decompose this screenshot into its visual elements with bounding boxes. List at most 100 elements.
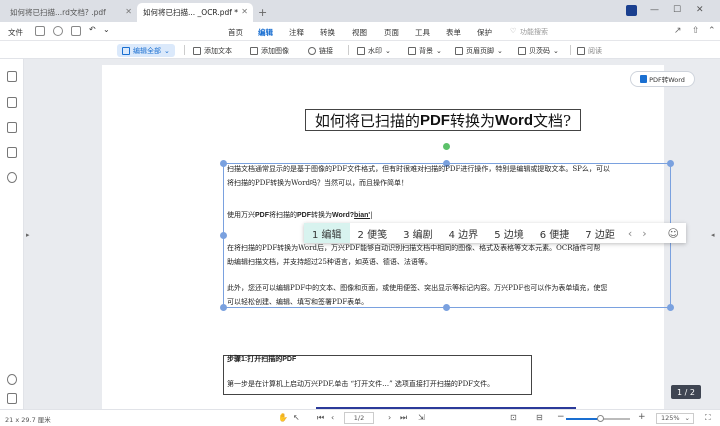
zoom-in-button[interactable]: + xyxy=(638,412,646,422)
settings-icon[interactable] xyxy=(7,393,17,404)
upload-icon[interactable]: ⇧ xyxy=(692,26,700,36)
ime-composition-text: bian' xyxy=(354,212,371,219)
add-text-button[interactable]: 添加文本 xyxy=(193,44,232,57)
share-icon[interactable] xyxy=(71,26,81,36)
link-label: 链接 xyxy=(319,46,333,55)
tab-document-2[interactable]: 如何将已扫描... _OCR.pdf * ✕ xyxy=(137,3,253,22)
bookmark-icon[interactable] xyxy=(7,97,17,108)
dropdown-icon[interactable]: ⌄ xyxy=(103,25,113,35)
close-tab-icon[interactable]: ✕ xyxy=(125,7,132,16)
paragraph-4[interactable]: 此外，您还可以编辑PDF中的文本、图像和页面，或使用便签、突出显示等标记内容。万… xyxy=(227,281,607,309)
resize-handle[interactable] xyxy=(667,304,674,311)
paragraph-2[interactable]: 使用万兴PDF将扫描的PDF转换为Word?bian'| xyxy=(227,208,372,223)
minimize-button[interactable]: — xyxy=(650,5,659,15)
ime-candidate[interactable]: 4 边界 xyxy=(441,223,487,243)
print-icon[interactable] xyxy=(53,26,63,36)
save-icon[interactable] xyxy=(35,26,45,36)
bates-label: 贝茨码 xyxy=(529,46,550,55)
step-body[interactable]: 第一步是在计算机上启动万兴PDF,单击 “打开文件…” 选项直接打开扫描的PDF… xyxy=(227,377,494,391)
page-number-input[interactable]: 1/2 xyxy=(344,412,374,424)
thumbnails-icon[interactable] xyxy=(7,71,17,82)
edit-all-button[interactable]: 编辑全部 ⌄ xyxy=(117,44,175,57)
tab-page[interactable]: 页面 xyxy=(384,27,399,38)
word-icon xyxy=(640,75,648,83)
chevron-down-icon: ⌄ xyxy=(553,46,559,55)
fullscreen-icon[interactable]: ⛶ xyxy=(705,413,711,423)
chevron-down-icon: ⌄ xyxy=(436,46,442,55)
file-menu[interactable]: 文件 xyxy=(8,27,23,38)
pdf-to-word-button[interactable]: PDF转Word xyxy=(630,71,695,87)
zoom-out-button[interactable]: − xyxy=(557,412,565,422)
ime-next-icon[interactable]: › xyxy=(637,227,651,240)
paragraph-3[interactable]: 在将扫描的PDF转换为Word后，万兴PDF能够自动识别扫描文档中相同的图像、格… xyxy=(227,241,600,269)
header-footer-button[interactable]: 页眉页脚 ⌄ xyxy=(455,44,503,57)
ime-candidate[interactable]: 2 便笺 xyxy=(350,223,396,243)
resize-handle[interactable] xyxy=(220,304,227,311)
feature-search[interactable]: 功能搜索 xyxy=(520,27,548,37)
tab-comment[interactable]: 注释 xyxy=(289,27,304,38)
ime-candidate[interactable]: 6 便捷 xyxy=(532,223,578,243)
collapse-right-arrow[interactable]: ◂ xyxy=(711,231,715,239)
chevron-down-icon: ⌄ xyxy=(497,46,503,55)
tab-protect[interactable]: 保护 xyxy=(477,27,492,38)
help-icon[interactable] xyxy=(7,374,17,385)
prev-page-icon[interactable]: ‹ xyxy=(331,413,334,422)
view-mode-icon[interactable]: ⊡ xyxy=(510,413,517,422)
text-line: 可以轻松创建、编辑、填写和签署PDF表单。 xyxy=(227,298,369,306)
last-page-icon[interactable]: ⏭ xyxy=(400,413,407,423)
tab-convert[interactable]: 转换 xyxy=(320,27,335,38)
read-mode-toggle[interactable]: 阅读 xyxy=(577,44,602,57)
tab-tools[interactable]: 工具 xyxy=(415,27,430,38)
zoom-slider-knob[interactable] xyxy=(597,415,605,422)
bates-button[interactable]: 贝茨码 ⌄ xyxy=(518,44,559,57)
text-run: 转换为 xyxy=(311,211,332,219)
chevron-down-icon: ⌄ xyxy=(684,414,690,422)
collapse-icon[interactable]: ⌃ xyxy=(708,26,716,36)
hand-tool-icon[interactable]: ✋ xyxy=(278,413,288,422)
text-line: 在将扫描的PDF转换为Word后，万兴PDF能够自动识别扫描文档中相同的图像、格… xyxy=(227,244,601,252)
link-button[interactable]: 链接 xyxy=(308,44,333,57)
attachment-icon[interactable] xyxy=(7,147,17,158)
fit-page-icon[interactable]: ⇲ xyxy=(418,413,425,422)
ime-candidate[interactable]: 3 编剧 xyxy=(395,223,441,243)
ime-candidate[interactable]: 7 边距 xyxy=(577,223,623,243)
ime-candidate[interactable]: 5 边境 xyxy=(486,223,532,243)
zoom-slider[interactable] xyxy=(566,415,630,422)
maximize-button[interactable]: ☐ xyxy=(673,5,681,15)
text-line: 将扫描的PDF转换为Word吗？当然可以，而且操作简单！ xyxy=(227,179,408,187)
ime-candidate[interactable]: 1 编辑 xyxy=(304,223,350,243)
tab-form[interactable]: 表单 xyxy=(446,27,461,38)
header-footer-label: 页眉页脚 xyxy=(466,46,494,55)
tab-document-1[interactable]: 如何将已扫描...rd文档? .pdf ✕ xyxy=(4,3,137,22)
add-image-button[interactable]: 添加图像 xyxy=(250,44,289,57)
undo-icon[interactable]: ↶ xyxy=(89,25,99,35)
emoji-icon[interactable]: ☺ xyxy=(668,227,679,240)
tab-edit[interactable]: 编辑 xyxy=(258,27,273,43)
layout-icon[interactable]: ⊟ xyxy=(536,413,543,422)
resize-handle[interactable] xyxy=(220,232,227,239)
tab-home[interactable]: 首页 xyxy=(228,27,243,38)
next-page-icon[interactable]: › xyxy=(388,413,391,422)
ime-prev-icon[interactable]: ‹ xyxy=(623,227,637,240)
text-run: 使用万兴 xyxy=(227,211,255,219)
close-window-button[interactable]: ✕ xyxy=(696,5,704,15)
comment-icon[interactable] xyxy=(7,122,17,133)
search-icon[interactable] xyxy=(7,172,17,183)
resize-handle[interactable] xyxy=(220,160,227,167)
tab-view[interactable]: 视图 xyxy=(352,27,367,38)
paragraph-1[interactable]: 扫描文档通常显示的是基于图像的PDF文件格式，但有时很难对扫描的PDF进行操作，… xyxy=(227,162,610,190)
background-button[interactable]: 背景 ⌄ xyxy=(408,44,442,57)
send-icon[interactable]: ↗ xyxy=(674,26,682,36)
zoom-select[interactable]: 125% ⌄ xyxy=(656,413,694,424)
collapse-left-arrow[interactable]: ▸ xyxy=(26,231,30,239)
new-tab-button[interactable]: + xyxy=(258,6,267,19)
step-title[interactable]: 步骤1:打开扫描的PDF xyxy=(227,353,296,367)
resize-handle[interactable] xyxy=(667,160,674,167)
close-tab-icon[interactable]: ✕ xyxy=(241,7,248,16)
watermark-button[interactable]: 水印 ⌄ xyxy=(357,44,391,57)
rotate-handle[interactable] xyxy=(443,143,450,150)
first-page-icon[interactable]: ⏮ xyxy=(317,413,324,423)
lightbulb-icon: ♡ xyxy=(510,27,517,35)
document-title[interactable]: 如何将已扫描的 PDF 转换为 Word 文档? xyxy=(305,109,581,131)
select-tool-icon[interactable]: ↖ xyxy=(293,413,300,422)
